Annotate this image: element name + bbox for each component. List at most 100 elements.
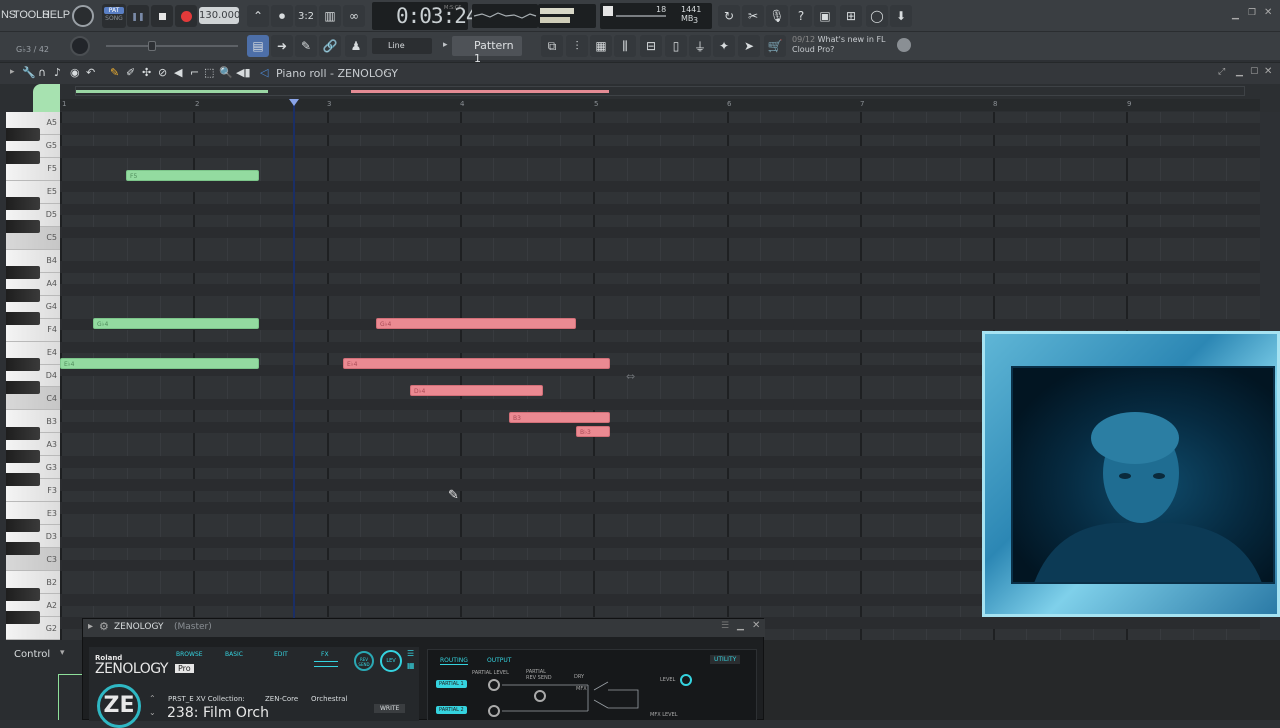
- tab-edit[interactable]: EDIT: [274, 651, 288, 658]
- channel-color-tab[interactable]: [33, 84, 60, 112]
- list-icon[interactable]: ☰: [407, 649, 414, 658]
- note-red-bb3[interactable]: B♭3: [576, 426, 610, 437]
- help-icon[interactable]: ?: [790, 5, 812, 27]
- playhead-marker-icon[interactable]: [289, 99, 299, 106]
- tab-fx[interactable]: FX: [321, 651, 329, 658]
- menu-item-help[interactable]: HELP: [42, 9, 70, 21]
- chat-icon[interactable]: ◯: [866, 5, 888, 27]
- piano-black-key[interactable]: [6, 151, 40, 165]
- save-icon[interactable]: ▣: [814, 5, 836, 27]
- pr-maximize-icon[interactable]: ▢: [1250, 66, 1259, 76]
- rev-send-knob[interactable]: REV SEND: [354, 651, 374, 671]
- piano-black-key[interactable]: [6, 472, 40, 486]
- piano-black-key[interactable]: [6, 266, 40, 280]
- detach-icon[interactable]: ⤢: [1218, 67, 1225, 77]
- restore-icon[interactable]: ❐: [1248, 8, 1256, 18]
- tab-output[interactable]: OUTPUT: [487, 657, 511, 664]
- note-green-gb4[interactable]: G♭4: [93, 318, 259, 329]
- grid-icon[interactable]: ▦: [407, 661, 415, 670]
- velocity-lane[interactable]: [58, 674, 82, 720]
- pr-menu-arrow-icon[interactable]: ▸: [10, 67, 15, 77]
- loop-record-icon[interactable]: ∞: [343, 5, 365, 27]
- partial2-button[interactable]: PARTIAL 2: [436, 706, 467, 714]
- arrow-right-icon[interactable]: ➜: [271, 35, 293, 57]
- paint-icon[interactable]: ✐: [126, 66, 135, 79]
- lev-knob[interactable]: LEV: [380, 650, 402, 672]
- plugin-gear-icon[interactable]: ⚙: [99, 620, 109, 633]
- patch-down-icon[interactable]: ⌄: [149, 708, 156, 717]
- refresh-icon[interactable]: ↻: [718, 5, 740, 27]
- note-red-gb4[interactable]: G♭4: [376, 318, 576, 329]
- close-icon[interactable]: ✕: [1264, 7, 1272, 18]
- undo-icon[interactable]: ↶: [86, 66, 95, 79]
- plugin-close-icon[interactable]: ✕: [752, 620, 760, 631]
- piano-black-key[interactable]: [6, 220, 40, 234]
- control-label[interactable]: Control: [14, 649, 50, 660]
- tempo-display[interactable]: 130.000: [199, 7, 240, 24]
- zoom-icon[interactable]: 🔍: [219, 66, 233, 79]
- master-volume-knob[interactable]: [72, 5, 94, 27]
- browser-icon[interactable]: ⊟: [640, 35, 662, 57]
- plugin-side-icons[interactable]: ☰ ▦: [405, 647, 417, 671]
- piano-black-key[interactable]: [6, 128, 40, 142]
- partial1-button[interactable]: PARTIAL 1: [436, 680, 467, 688]
- piano-roll-icon[interactable]: ▤: [247, 35, 269, 57]
- magnet-icon[interactable]: ∩: [38, 66, 46, 79]
- utility-button[interactable]: UTILITY: [710, 655, 741, 664]
- link-icon[interactable]: 🔗: [319, 35, 341, 57]
- metronome-icon[interactable]: ⌃: [247, 5, 269, 27]
- mute-icon[interactable]: ◀: [174, 66, 182, 79]
- step-sequencer-icon[interactable]: ⫶: [566, 35, 588, 57]
- piano-keyboard[interactable]: A5 G5 F5 E5 D5 C5 B4 A4 G4 F4 E4 D4 C4 B3 A3 G3 F3 E3 D3 C3…: [6, 112, 60, 640]
- cart-icon[interactable]: 🛒: [764, 35, 786, 57]
- piano-black-key[interactable]: [6, 518, 40, 532]
- target-arrow-icon[interactable]: ◁: [260, 66, 268, 79]
- stop-button[interactable]: [151, 5, 173, 27]
- control-dropdown-icon[interactable]: ▾: [60, 648, 65, 658]
- scroll-overview[interactable]: [75, 86, 1245, 96]
- snap-select[interactable]: Line: [372, 38, 432, 54]
- piano-black-key[interactable]: [6, 587, 40, 601]
- record-button[interactable]: [175, 5, 197, 27]
- piano-black-key[interactable]: [6, 426, 40, 440]
- pattern-prev-icon[interactable]: ▸: [443, 40, 448, 50]
- plugin-arrow-icon[interactable]: ▸: [88, 621, 93, 632]
- plugin-minimize-icon[interactable]: ▁: [737, 621, 744, 631]
- note-green-eb4[interactable]: E♭4: [60, 358, 259, 369]
- write-button[interactable]: WRITE: [374, 704, 406, 713]
- news-panel[interactable]: 09/12 What's new in FL Cloud Pro?: [792, 35, 886, 55]
- pencil-icon[interactable]: ✎: [110, 66, 119, 79]
- pr-minimize-icon[interactable]: ▁: [1236, 67, 1243, 77]
- speaker-icon[interactable]: ➤: [738, 35, 760, 57]
- piano-black-key[interactable]: [6, 541, 40, 555]
- slice-icon[interactable]: ⌐: [190, 66, 199, 79]
- plug-icon[interactable]: ⏚: [689, 35, 711, 57]
- countdown-icon[interactable]: 3:2: [295, 5, 317, 27]
- pat-song-toggle[interactable]: PAT SONG: [102, 4, 126, 28]
- note-red-eb4[interactable]: E♭4: [343, 358, 610, 369]
- pr-close-icon[interactable]: ✕: [1264, 66, 1272, 77]
- master-pitch-knob[interactable]: [70, 36, 90, 56]
- playlist-icon[interactable]: ⧉: [541, 35, 563, 57]
- delete-icon[interactable]: ⊘: [158, 66, 167, 79]
- tab-browse[interactable]: BROWSE: [176, 651, 203, 658]
- piano-black-key[interactable]: [6, 197, 40, 211]
- channel-rack-icon[interactable]: ▦: [590, 35, 612, 57]
- tools-icon[interactable]: ✂: [742, 5, 764, 27]
- note-red-b3[interactable]: B3: [509, 412, 610, 423]
- plugin-icon[interactable]: ⊞: [840, 5, 862, 27]
- microphone-icon[interactable]: 🎙: [766, 5, 788, 27]
- plugin-menu-icon[interactable]: ☰: [721, 621, 729, 631]
- piano-black-key[interactable]: [6, 449, 40, 463]
- master-slider[interactable]: [106, 41, 238, 51]
- playback-icon[interactable]: ◀▮: [236, 66, 251, 79]
- mixer-icon[interactable]: ⫼: [614, 35, 636, 57]
- record-target-icon[interactable]: ◉: [70, 66, 80, 79]
- piano-black-key[interactable]: [6, 610, 40, 624]
- patch-up-icon[interactable]: ⌃: [149, 694, 156, 703]
- tab-basic[interactable]: BASIC: [225, 651, 243, 658]
- slider-handle[interactable]: [148, 41, 156, 51]
- playhead[interactable]: [293, 100, 295, 620]
- draw-icon[interactable]: ✎: [295, 35, 317, 57]
- brush-icon[interactable]: ✦: [713, 35, 735, 57]
